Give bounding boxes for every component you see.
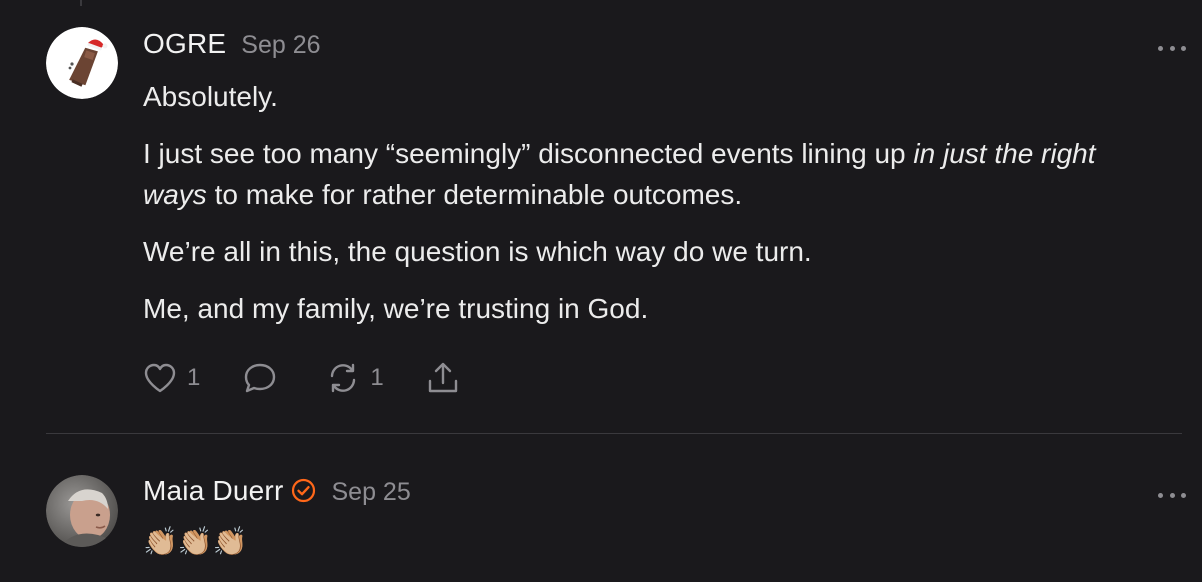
restack-icon — [331, 363, 356, 393]
dot — [1169, 45, 1175, 51]
restack-count: 1 — [370, 364, 384, 391]
paragraph-text: I just see too many “seemingly” disconne… — [143, 138, 914, 169]
comment-meta: Maia Duerr Sep 25 — [143, 475, 1142, 515]
comment-body: Absolutely. I just see too many “seeming… — [143, 76, 1142, 329]
comment-actions: 1 1 — [143, 358, 460, 398]
share-button[interactable] — [426, 361, 460, 395]
author-name[interactable]: Maia Duerr — [143, 475, 283, 507]
comment-date[interactable]: Sep 25 — [331, 478, 410, 507]
dot — [1158, 492, 1163, 498]
dot — [1169, 492, 1175, 498]
emoji-text: 👏🏼👏🏼👏🏼 — [143, 526, 248, 557]
dot — [1158, 45, 1163, 51]
paragraph: We’re all in this, the question is which… — [143, 236, 812, 267]
paragraph: Absolutely. — [143, 81, 278, 112]
comment-body: 👏🏼👏🏼👏🏼 — [143, 521, 1142, 562]
paragraph-text: to make for rather determinable outcomes… — [206, 179, 743, 210]
avatar[interactable] — [46, 475, 118, 547]
heart-icon — [144, 363, 176, 393]
paragraph: I just see too many “seemingly” disconne… — [143, 133, 1142, 215]
comment-bubble-icon — [245, 363, 276, 393]
comment-divider — [46, 433, 1182, 434]
comment-thread: OGRE Sep 26 Absolutely. I just see too m… — [0, 0, 1202, 582]
dot — [1181, 492, 1186, 498]
comment-meta: OGRE Sep 26 — [143, 28, 1142, 68]
dot — [1181, 45, 1186, 51]
paragraph: Me, and my family, we’re trusting in God… — [143, 293, 649, 324]
verified-badge-icon — [292, 478, 316, 503]
share-icon — [428, 362, 457, 393]
user-photo-avatar-icon — [46, 475, 118, 547]
avatar[interactable] — [46, 27, 118, 99]
reply-button[interactable] — [242, 361, 278, 395]
author-name[interactable]: OGRE — [143, 28, 226, 60]
thread-line — [80, 0, 82, 6]
comment-date[interactable]: Sep 26 — [241, 31, 320, 60]
more-options-button[interactable] — [1158, 43, 1186, 53]
like-button[interactable]: 1 — [143, 362, 200, 394]
like-count: 1 — [187, 364, 201, 391]
restack-button[interactable]: 1 — [326, 361, 384, 395]
ogre-avatar-icon — [46, 27, 118, 99]
more-options-button[interactable] — [1158, 490, 1186, 500]
